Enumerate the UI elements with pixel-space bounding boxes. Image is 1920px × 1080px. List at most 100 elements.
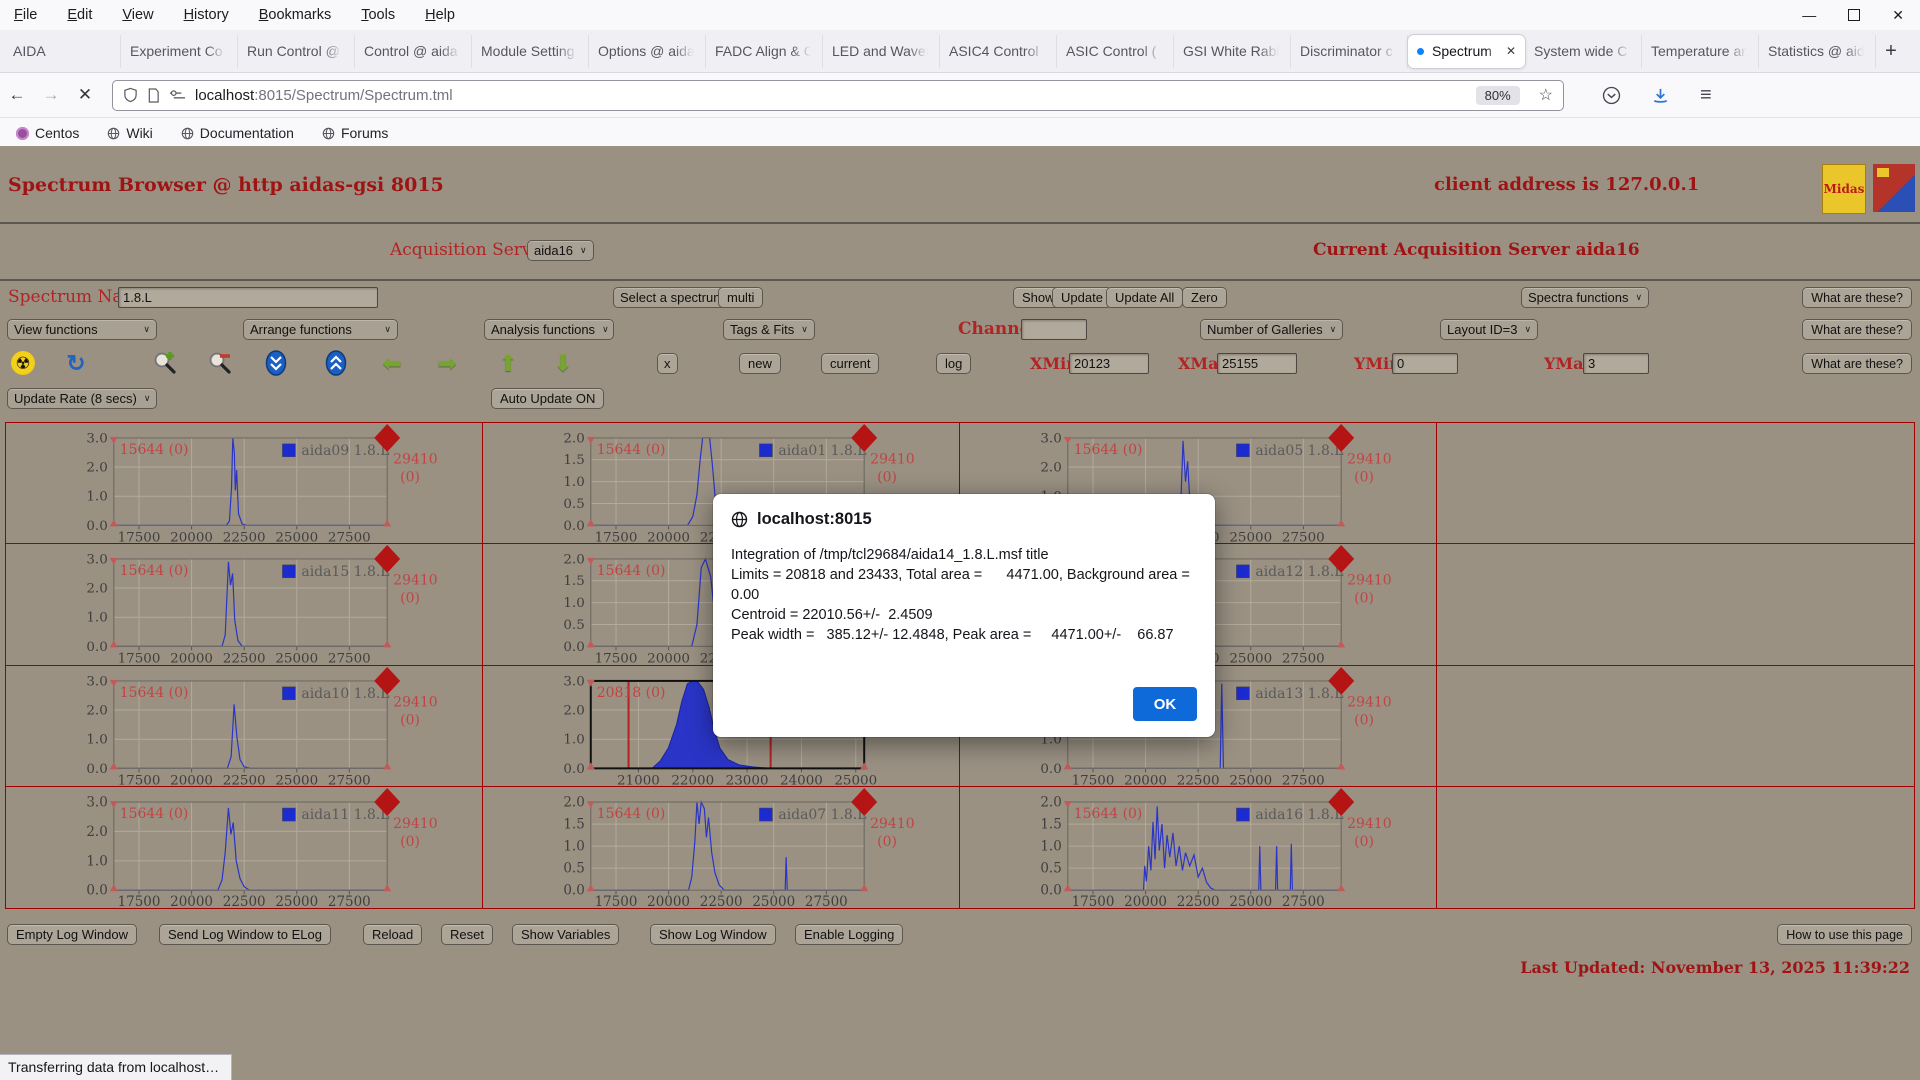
how-to-use-button[interactable]: How to use this page bbox=[1777, 924, 1912, 945]
show-log-window-button[interactable]: Show Log Window bbox=[650, 924, 776, 945]
menu-item-view[interactable]: View bbox=[122, 7, 153, 23]
pocket-icon[interactable] bbox=[1602, 86, 1621, 105]
menu-item-help[interactable]: Help bbox=[425, 7, 455, 23]
zoom-out-icon[interactable] bbox=[207, 350, 233, 376]
menu-item-bookmarks[interactable]: Bookmarks bbox=[259, 7, 332, 23]
ymin-input[interactable] bbox=[1392, 353, 1458, 374]
bookmark-forums[interactable]: Forums bbox=[322, 125, 388, 141]
browser-tab-temperature-ar[interactable]: Temperature ar bbox=[1642, 35, 1759, 68]
zoom-in-icon[interactable] bbox=[152, 350, 178, 376]
tab-label: Statistics @ aid bbox=[1768, 43, 1866, 59]
browser-tab-statistics-aid[interactable]: Statistics @ aid bbox=[1759, 35, 1876, 68]
bookmark-documentation[interactable]: Documentation bbox=[181, 125, 294, 141]
arrow-down-icon[interactable]: ⬇ bbox=[550, 350, 576, 376]
analysis-functions-select[interactable]: Analysis functions∨ bbox=[484, 319, 614, 340]
browser-tab-aida[interactable]: AIDA bbox=[4, 35, 121, 68]
spectrum-cell-aida16[interactable]: 17500200002250025000275002.01.51.00.50.0… bbox=[960, 787, 1437, 908]
what-are-these-button[interactable]: What are these? bbox=[1802, 319, 1912, 340]
channel-input[interactable] bbox=[1021, 319, 1087, 340]
tags-fits-select[interactable]: Tags & Fits∨ bbox=[723, 319, 815, 340]
menu-item-history[interactable]: History bbox=[184, 7, 229, 23]
spectrum-cell-aida07[interactable]: 17500200002250025000275002.01.51.00.50.0… bbox=[483, 787, 960, 908]
multi-button[interactable]: multi bbox=[718, 287, 763, 308]
browser-tab-control-aida[interactable]: Control @ aida bbox=[355, 35, 472, 68]
spectrum-cell-aida15[interactable]: 17500200002250025000275003.02.01.00.0156… bbox=[6, 544, 483, 665]
update-button[interactable]: Update bbox=[1052, 287, 1112, 308]
menu-item-edit[interactable]: Edit bbox=[67, 7, 92, 23]
ok-button[interactable]: OK bbox=[1133, 687, 1197, 721]
browser-tab-led-and-wavef[interactable]: LED and Wavef bbox=[823, 35, 940, 68]
browser-tab-run-control[interactable]: Run Control @ bbox=[238, 35, 355, 68]
maximize-icon[interactable] bbox=[1848, 9, 1860, 21]
spectra-functions-select[interactable]: Spectra functions∨ bbox=[1521, 287, 1649, 308]
bookmark-star-icon[interactable]: ☆ bbox=[1539, 85, 1553, 105]
minimize-icon[interactable]: — bbox=[1802, 8, 1816, 22]
spectrum-cell-aida09[interactable]: 17500200002250025000275003.02.01.00.0156… bbox=[6, 423, 483, 544]
hamburger-menu-icon[interactable]: ≡ bbox=[1700, 84, 1712, 107]
shield-icon[interactable] bbox=[123, 87, 138, 103]
arrow-up-icon[interactable]: ⬆ bbox=[495, 350, 521, 376]
svg-text:0.0: 0.0 bbox=[1040, 761, 1061, 776]
url-text[interactable]: localhost:8015/Spectrum/Spectrum.tml bbox=[195, 87, 453, 104]
empty-log-window-button[interactable]: Empty Log Window bbox=[7, 924, 137, 945]
layout-id-select[interactable]: Layout ID=3∨ bbox=[1440, 319, 1538, 340]
tab-close-icon[interactable]: ✕ bbox=[1506, 44, 1516, 58]
radiation-icon[interactable]: ☢ bbox=[10, 350, 36, 376]
update-all-button[interactable]: Update All bbox=[1106, 287, 1183, 308]
what-are-these-button[interactable]: What are these? bbox=[1802, 353, 1912, 374]
download-icon[interactable] bbox=[1651, 86, 1670, 105]
ymax-input[interactable] bbox=[1583, 353, 1649, 374]
what-are-these-button[interactable]: What are these? bbox=[1802, 287, 1912, 308]
menu-item-file[interactable]: File bbox=[14, 7, 37, 23]
close-icon[interactable]: ✕ bbox=[1892, 8, 1904, 22]
auto-update-button[interactable]: Auto Update ON bbox=[491, 388, 604, 409]
xmax-input[interactable] bbox=[1217, 353, 1297, 374]
scroll-down-icon[interactable] bbox=[263, 350, 289, 376]
scroll-up-icon[interactable] bbox=[323, 350, 349, 376]
xmin-input[interactable] bbox=[1069, 353, 1149, 374]
reader-page-icon[interactable] bbox=[147, 88, 160, 103]
stop-icon[interactable]: ✕ bbox=[68, 85, 102, 105]
spectrum-cell-aida11[interactable]: 17500200002250025000275003.02.01.00.0156… bbox=[6, 787, 483, 908]
arrange-functions-select[interactable]: Arrange functions∨ bbox=[243, 319, 398, 340]
bookmark-centos[interactable]: Centos bbox=[16, 125, 79, 141]
permissions-icon[interactable] bbox=[169, 89, 186, 101]
arrow-left-icon[interactable]: ⬅ bbox=[379, 350, 405, 376]
spectrum-name-input[interactable] bbox=[118, 287, 378, 308]
current-button[interactable]: current bbox=[821, 353, 879, 374]
browser-tab-discriminator-c[interactable]: Discriminator c bbox=[1291, 35, 1408, 68]
browser-tab-asic-control[interactable]: ASIC Control ( bbox=[1057, 35, 1174, 68]
number-of-galleries-select[interactable]: Number of Galleries∨ bbox=[1200, 319, 1343, 340]
browser-tab-fadc-align-c[interactable]: FADC Align & C bbox=[706, 35, 823, 68]
send-log-window-to-elog-button[interactable]: Send Log Window to ELog bbox=[159, 924, 331, 945]
menu-item-tools[interactable]: Tools bbox=[361, 7, 395, 23]
update-rate-select[interactable]: Update Rate (8 secs)∨ bbox=[7, 388, 157, 409]
address-bar[interactable]: localhost:8015/Spectrum/Spectrum.tml 80%… bbox=[112, 80, 1564, 111]
browser-tab-spectrum[interactable]: Spectrum✕ bbox=[1408, 35, 1525, 68]
zoom-level-badge[interactable]: 80% bbox=[1476, 86, 1520, 105]
acquisition-server-select[interactable]: aida16∨ bbox=[527, 240, 594, 261]
reset-button[interactable]: Reset bbox=[441, 924, 493, 945]
view-functions-select[interactable]: View functions∨ bbox=[7, 319, 157, 340]
reload-button[interactable]: Reload bbox=[363, 924, 422, 945]
browser-tab-module-setting[interactable]: Module Setting bbox=[472, 35, 589, 68]
spectrum-cell-aida10[interactable]: 17500200002250025000275003.02.01.00.0156… bbox=[6, 666, 483, 787]
zero-button[interactable]: Zero bbox=[1182, 287, 1227, 308]
arrow-right-icon[interactable]: ➡ bbox=[434, 350, 460, 376]
new-tab-button[interactable]: + bbox=[1876, 36, 1906, 66]
x-button[interactable]: x bbox=[657, 353, 678, 374]
forward-icon[interactable]: → bbox=[34, 85, 68, 105]
show-variables-button[interactable]: Show Variables bbox=[512, 924, 619, 945]
browser-tab-gsi-white-rabb[interactable]: GSI White Rabb bbox=[1174, 35, 1291, 68]
browser-tab-options-aida[interactable]: Options @ aida bbox=[589, 35, 706, 68]
browser-tab-system-wide-c[interactable]: System wide C bbox=[1525, 35, 1642, 68]
refresh-icon[interactable]: ↻ bbox=[63, 350, 89, 376]
bookmark-wiki[interactable]: Wiki bbox=[107, 125, 152, 141]
svg-text:3.0: 3.0 bbox=[86, 553, 107, 568]
enable-logging-button[interactable]: Enable Logging bbox=[795, 924, 903, 945]
new-button[interactable]: new bbox=[739, 353, 781, 374]
browser-tab-asic4-control[interactable]: ASIC4 Control bbox=[940, 35, 1057, 68]
back-icon[interactable]: ← bbox=[0, 85, 34, 105]
browser-tab-experiment-co[interactable]: Experiment Co bbox=[121, 35, 238, 68]
log-button[interactable]: log bbox=[936, 353, 971, 374]
